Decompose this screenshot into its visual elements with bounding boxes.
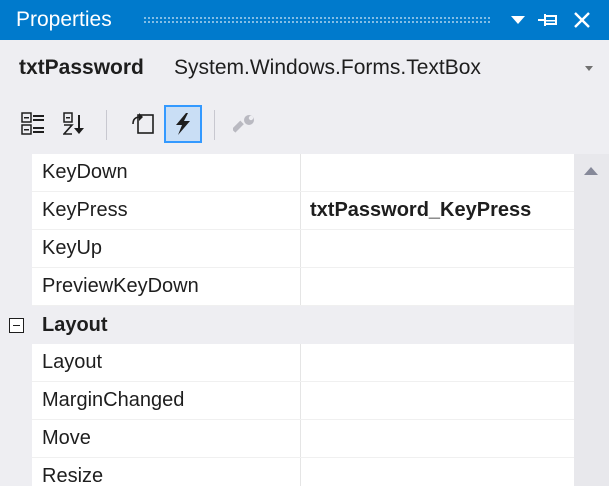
property-name: KeyPress — [42, 199, 128, 221]
property-value[interactable] — [300, 344, 574, 381]
grid-row-keyup[interactable]: KeyUp — [32, 230, 574, 268]
alphabetical-icon — [63, 112, 84, 135]
wrench-icon — [233, 115, 254, 133]
close-icon — [574, 12, 590, 28]
properties-icon — [132, 113, 154, 134]
lightning-icon — [176, 113, 190, 135]
property-value[interactable] — [300, 230, 574, 267]
property-value[interactable] — [300, 382, 574, 419]
close-button[interactable] — [569, 0, 595, 40]
window-position-dropdown-button[interactable] — [505, 0, 531, 40]
property-value[interactable] — [300, 154, 574, 191]
vertical-scrollbar[interactable] — [574, 154, 609, 486]
alphabetical-button[interactable] — [56, 105, 94, 143]
grid-row-keypress[interactable]: KeyPress txtPassword_KeyPress — [32, 192, 574, 230]
selected-object-name: txtPassword — [19, 56, 144, 79]
grid-row-keydown[interactable]: KeyDown — [32, 154, 574, 192]
property-name: KeyUp — [42, 237, 103, 259]
pin-icon — [538, 14, 557, 26]
properties-toolbar — [0, 96, 609, 154]
grid-row-resize[interactable]: Resize — [32, 458, 574, 486]
object-selector-dropdown[interactable]: txtPassword System.Windows.Forms.TextBox — [0, 40, 609, 96]
grid-row-previewkeydown[interactable]: PreviewKeyDown — [32, 268, 574, 306]
triangle-down-icon — [511, 16, 525, 24]
events-button[interactable] — [164, 105, 202, 143]
categorized-button[interactable] — [14, 105, 52, 143]
selected-object-type: System.Windows.Forms.TextBox — [174, 56, 481, 79]
scroll-up-arrow-icon[interactable] — [583, 164, 599, 176]
auto-hide-pin-button[interactable] — [535, 0, 561, 40]
toolbar-separator — [106, 110, 107, 140]
property-pages-button[interactable] — [226, 105, 264, 143]
property-name: Move — [42, 427, 91, 449]
window-title: Properties — [16, 8, 112, 31]
category-header-layout[interactable]: Layout — [0, 306, 574, 344]
property-name: PreviewKeyDown — [42, 275, 199, 297]
collapse-icon[interactable] — [9, 318, 24, 333]
property-value[interactable] — [300, 268, 574, 305]
property-value[interactable]: txtPassword_KeyPress — [300, 192, 574, 229]
title-bar[interactable]: Properties — [0, 0, 609, 40]
grid-row-layout[interactable]: Layout — [32, 344, 574, 382]
category-label: Layout — [42, 314, 108, 336]
grid-row-marginchanged[interactable]: MarginChanged — [32, 382, 574, 420]
property-name: Resize — [42, 465, 104, 486]
property-value[interactable] — [300, 458, 574, 486]
toolbar-separator — [214, 110, 215, 140]
chevron-down-icon — [585, 66, 593, 71]
property-name: MarginChanged — [42, 389, 185, 411]
properties-button[interactable] — [124, 105, 162, 143]
grid-row-move[interactable]: Move — [32, 420, 574, 458]
property-grid: KeyDown KeyPress txtPassword_KeyPress Ke… — [0, 154, 609, 486]
property-name: Layout — [42, 351, 103, 373]
properties-window: Properties txtPassword System.Windows.Fo… — [0, 0, 609, 486]
property-name: KeyDown — [42, 161, 128, 183]
property-value[interactable] — [300, 420, 574, 457]
categorized-icon — [21, 112, 44, 135]
drag-grip[interactable] — [143, 16, 490, 24]
